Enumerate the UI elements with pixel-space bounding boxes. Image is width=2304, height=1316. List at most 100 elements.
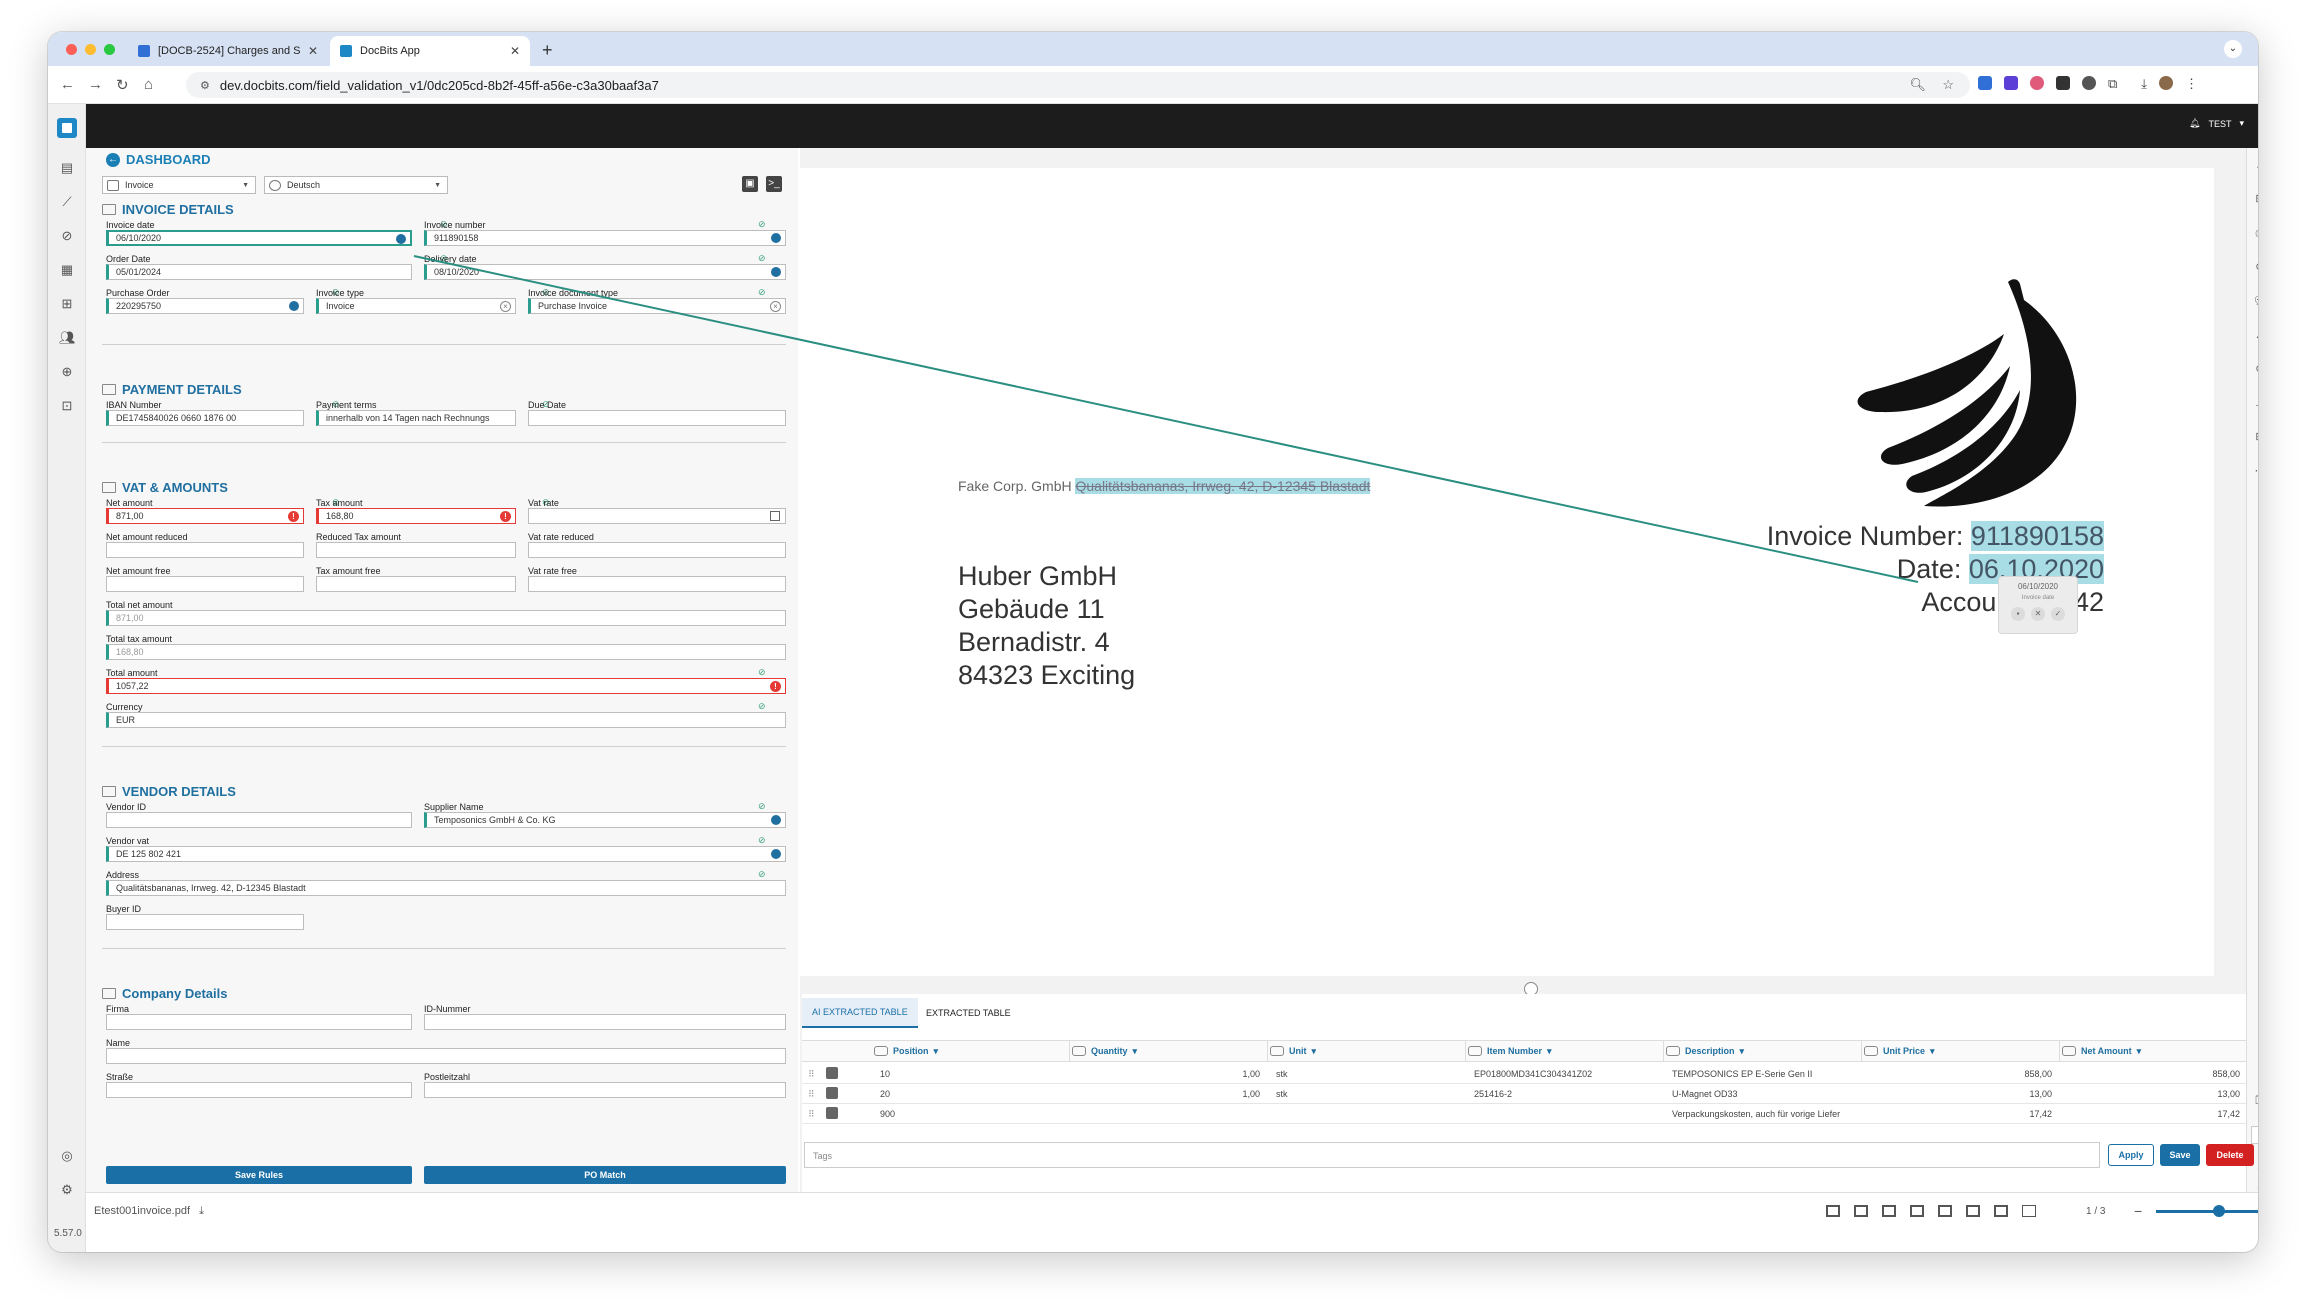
layout-side-icon[interactable] (1966, 1205, 1980, 1217)
net-amount-reduced-input[interactable] (106, 542, 304, 558)
download-icon[interactable]: ⤓ (2141, 76, 2147, 92)
currency-input[interactable]: EUR (106, 712, 786, 728)
layout-form-icon[interactable] (1910, 1205, 1924, 1217)
order-date-input[interactable]: 05/01/2024 (106, 264, 412, 280)
column-menu-icon[interactable] (1270, 1046, 1284, 1056)
more-icon[interactable]: ⋯ (2253, 464, 2259, 478)
total-amount-input[interactable]: 1057,22 ! (106, 678, 786, 694)
total-net-amount-input[interactable]: 871,00 (106, 610, 786, 626)
cart-add-icon[interactable]: ⊕ (59, 364, 75, 380)
chevron-up-icon[interactable]: ⌃ (2253, 1164, 2258, 1178)
document-search-icon[interactable]: ⌕ (2253, 158, 2258, 172)
zoom-search-icon[interactable]: ⊚ (2253, 362, 2258, 376)
tags-input[interactable]: Tags (804, 1142, 2100, 1168)
column-header[interactable]: Quantity ▾ (1072, 1040, 1268, 1062)
ai-extract-icon[interactable] (771, 267, 781, 277)
support-icon[interactable]: ◎ (59, 1148, 75, 1164)
ai-extract-icon[interactable] (771, 233, 781, 243)
invoice-number-input[interactable]: 911890158 (424, 230, 786, 246)
terminal-icon[interactable]: >_ (766, 176, 782, 192)
table-row[interactable]: ⠿ 20 1,00 stk 251416-2 U-Magnet OD33 13,… (802, 1084, 2246, 1104)
buyer-id-input[interactable] (106, 914, 304, 930)
purchase-order-input[interactable]: 220295750 (106, 298, 304, 314)
tax-amount-free-input[interactable] (316, 576, 516, 592)
save-rules-button[interactable]: Save Rules (106, 1166, 412, 1184)
table-icon[interactable]: ⊟ (2253, 192, 2258, 206)
supplier-name-input[interactable]: Temposonics GmbH & Co. KG (424, 812, 786, 828)
row-action-icon[interactable] (826, 1107, 838, 1119)
xml-icon[interactable]: ⊞ (2253, 430, 2258, 444)
comment-icon[interactable]: 💬︎ (2253, 294, 2258, 308)
total-tax-amount-input[interactable]: 168,80 (106, 644, 786, 660)
column-menu-icon[interactable] (1072, 1046, 1086, 1056)
vat-rate-input[interactable] (528, 508, 786, 524)
due-date-input[interactable] (528, 410, 786, 426)
drag-handle-icon[interactable]: ⠿ (808, 1069, 815, 1080)
drag-handle-icon[interactable]: ⠿ (808, 1109, 815, 1120)
close-icon[interactable]: ✕ (2031, 607, 2045, 621)
split-icon[interactable]: ⅄ (2253, 328, 2258, 342)
vendor-id-input[interactable] (106, 812, 412, 828)
current-page-box[interactable]: 1 (2251, 1126, 2258, 1144)
home-icon[interactable]: ⌂ (144, 76, 153, 93)
profile-avatar[interactable] (2159, 76, 2174, 90)
strasse-input[interactable] (106, 1082, 412, 1098)
column-menu-icon[interactable] (1468, 1046, 1482, 1056)
layout-list-icon[interactable] (2022, 1205, 2036, 1217)
drag-handle-icon[interactable]: ⠿ (808, 1089, 815, 1100)
zoom-slider-knob[interactable] (2212, 1204, 2225, 1217)
tab-ai-extracted-table[interactable]: AI EXTRACTED TABLE (802, 998, 918, 1028)
language-select[interactable]: Deutsch ▼ (264, 176, 448, 194)
calculator-icon[interactable] (770, 511, 780, 521)
vat-rate-reduced-input[interactable] (528, 542, 786, 558)
postleitzahl-input[interactable] (424, 1082, 786, 1098)
po-match-button[interactable]: PO Match (424, 1166, 786, 1184)
apply-button[interactable]: Apply (2108, 1144, 2154, 1166)
column-header[interactable]: Unit ▾ (1270, 1040, 1466, 1062)
column-menu-icon[interactable] (1864, 1046, 1878, 1056)
vat-rate-free-input[interactable] (528, 576, 786, 592)
trash-icon[interactable]: ▪ (2011, 607, 2025, 621)
clear-icon[interactable]: × (770, 301, 781, 312)
minimize-window-button[interactable] (85, 44, 96, 55)
browser-tab-docbits[interactable]: DocBits App ✕ (330, 36, 530, 66)
layout-split-icon[interactable] (1882, 1205, 1896, 1217)
ai-extract-icon[interactable] (396, 234, 406, 244)
site-settings-icon[interactable]: ⚙ (200, 79, 210, 92)
user-menu[interactable]: 🔔︎ TEST ▾ (2189, 118, 2244, 129)
zoom-slider[interactable] (2156, 1204, 2258, 1217)
maximize-window-button[interactable] (104, 44, 115, 55)
iban-input[interactable]: DE1745840026 0660 1876 00 (106, 410, 304, 426)
users-icon[interactable]: 👥︎ (59, 330, 76, 346)
browser-tab-jira[interactable]: [DOCB-2524] Charges and S ✕ (128, 36, 328, 66)
close-tab-icon[interactable]: ✕ (308, 44, 318, 58)
column-header[interactable]: Item Number ▾ (1468, 1040, 1664, 1062)
net-amount-input[interactable]: 871,00 ! (106, 508, 304, 524)
cart-icon[interactable]: ⊡ (59, 398, 75, 414)
field-match-popup[interactable]: 06/10/2020 Invoice date ▪ ✕ ✓ (1998, 576, 2078, 634)
delivery-date-input[interactable]: 08/10/2020 (424, 264, 786, 280)
column-menu-icon[interactable] (1666, 1046, 1680, 1056)
vendor-vat-input[interactable]: DE 125 802 421 (106, 846, 786, 862)
ai-extract-icon[interactable] (771, 815, 781, 825)
address-input[interactable]: Qualitätsbananas, Irrweg. 42, D-12345 Bl… (106, 880, 786, 896)
back-icon[interactable]: ← (60, 76, 75, 93)
workflow-icon[interactable]: ⊞ (59, 296, 75, 312)
payment-terms-input[interactable]: innerhalb von 14 Tagen nach Rechnungs (316, 410, 516, 426)
highlighted-sender-address[interactable]: Qualitätsbananas, Irrweg. 42, D-12345 Bl… (1075, 478, 1371, 494)
invoice-document-type-select[interactable]: Purchase Invoice × (528, 298, 786, 314)
error-icon[interactable]: ! (770, 681, 781, 692)
layout-columns-icon[interactable] (1938, 1205, 1952, 1217)
documents-icon[interactable]: ▤ (59, 160, 75, 176)
docbits-logo[interactable] (57, 118, 77, 138)
close-window-button[interactable] (66, 44, 77, 55)
reduced-tax-amount-input[interactable] (316, 542, 516, 558)
error-icon[interactable]: ! (288, 511, 299, 522)
layout-table-icon[interactable] (1854, 1205, 1868, 1217)
bookmark-star-icon[interactable]: ☆ (1942, 77, 1954, 93)
invoice-date-input[interactable]: 06/10/2020 (106, 230, 412, 246)
firma-input[interactable] (106, 1014, 412, 1030)
save-icon[interactable]: ▣ (742, 176, 758, 192)
check-circle-icon[interactable]: ⊘ (2253, 260, 2258, 274)
net-amount-free-input[interactable] (106, 576, 304, 592)
